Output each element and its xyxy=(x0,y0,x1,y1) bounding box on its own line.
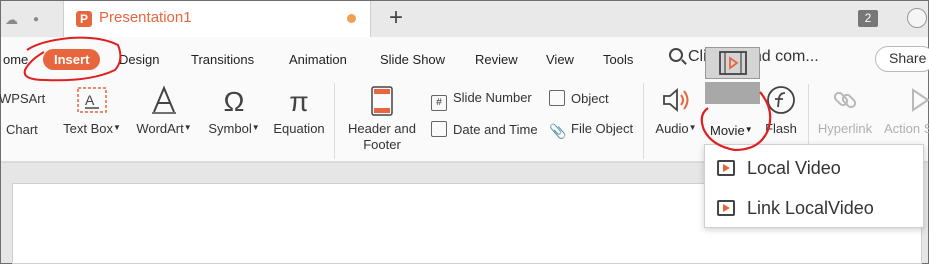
movie-annotation-circle xyxy=(700,91,772,152)
annotation-overlay xyxy=(23,36,772,152)
insert-annotation-circle xyxy=(23,36,122,82)
